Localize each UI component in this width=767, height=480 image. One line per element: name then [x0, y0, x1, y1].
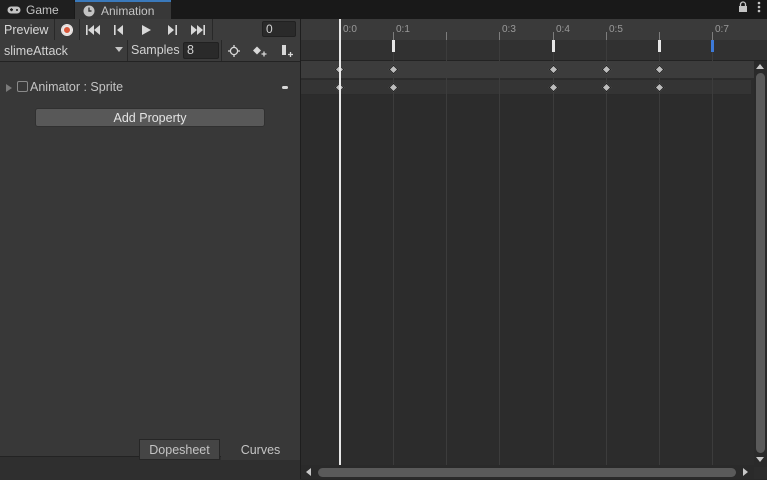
play-icon — [141, 24, 151, 35]
step-forward-icon — [168, 24, 177, 35]
skip-to-end-icon — [191, 24, 205, 35]
grid-line — [499, 40, 500, 465]
add-keyframe-button[interactable] — [248, 41, 272, 60]
horizontal-scroll-thumb[interactable] — [318, 468, 736, 477]
animation-event-marker[interactable] — [392, 40, 395, 52]
step-back-icon — [114, 24, 123, 35]
more-options-icon[interactable] — [757, 1, 761, 16]
preview-button[interactable]: Preview — [0, 20, 52, 39]
animation-event-marker-selected[interactable] — [711, 40, 714, 52]
samples-field[interactable]: 8 — [183, 42, 219, 59]
animation-event-marker[interactable] — [658, 40, 661, 52]
first-keyframe-button[interactable] — [82, 20, 104, 39]
current-frame-field[interactable]: 0 — [262, 21, 296, 37]
last-keyframe-button[interactable] — [187, 20, 209, 39]
grid-line — [712, 40, 713, 465]
scroll-down-icon[interactable] — [756, 457, 764, 462]
crosshair-icon — [228, 44, 240, 57]
dopesheet-timeline[interactable]: 0:0 0:1 0:3 0:4 0:5 0:7 — [301, 19, 767, 479]
property-track[interactable] — [301, 79, 751, 95]
vertical-scroll-thumb[interactable] — [756, 73, 765, 453]
ruler-tick — [499, 32, 500, 40]
ruler-tick — [446, 32, 447, 40]
samples-label: Samples — [131, 43, 180, 57]
grid-line — [553, 40, 554, 465]
ruler-label: 0:4 — [556, 24, 570, 35]
tab-animation-label: Animation — [101, 3, 155, 18]
gamepad-icon — [7, 4, 21, 16]
record-icon — [61, 23, 73, 36]
scroll-up-icon[interactable] — [756, 64, 764, 69]
property-options-icon[interactable] — [282, 86, 288, 89]
ruler-label: 0:3 — [502, 24, 516, 35]
clip-dropdown[interactable]: slimeAttack — [0, 40, 127, 61]
scroll-left-icon[interactable] — [306, 468, 311, 476]
horizontal-scrollbar[interactable] — [301, 465, 754, 479]
tab-game-label: Game — [26, 2, 59, 17]
grid-line — [393, 40, 394, 465]
grid-line — [606, 40, 607, 465]
add-event-button[interactable] — [275, 41, 299, 60]
ruler-label: 0:0 — [343, 24, 357, 35]
expand-arrow-icon[interactable] — [6, 84, 12, 92]
vertical-scrollbar[interactable] — [754, 61, 767, 467]
ruler-tick — [553, 32, 554, 40]
add-event-icon — [282, 44, 293, 57]
playhead[interactable] — [339, 19, 341, 466]
ruler-tick — [606, 32, 607, 40]
playback-toolbar: Preview 0 — [0, 19, 300, 41]
ruler-label: 0:5 — [609, 24, 623, 35]
tab-game[interactable]: Game — [0, 0, 74, 19]
ruler-tick — [659, 32, 660, 40]
skip-to-start-icon — [86, 24, 100, 35]
record-button[interactable] — [57, 20, 77, 39]
grid-line — [659, 40, 660, 465]
clip-toolbar: slimeAttack Samples 8 — [0, 40, 300, 62]
ruler-label: 0:1 — [396, 24, 410, 35]
clock-icon — [82, 5, 96, 17]
snap-button[interactable] — [223, 41, 245, 60]
lock-icon[interactable] — [738, 1, 748, 16]
chevron-down-icon — [115, 47, 123, 52]
tab-curves[interactable]: Curves — [221, 439, 300, 460]
animator-sprite-icon — [17, 81, 28, 92]
property-label[interactable]: Animator : Sprite — [30, 80, 123, 94]
animation-hierarchy-panel: Preview 0 slimeAttack Samples 8 Animator… — [0, 19, 300, 480]
event-track[interactable] — [301, 40, 767, 61]
grid-line — [446, 40, 447, 465]
editor-tab-bar: Game Animation — [0, 0, 767, 19]
ruler-tick — [712, 32, 713, 40]
next-keyframe-button[interactable] — [161, 20, 183, 39]
summary-track[interactable] — [301, 61, 767, 78]
tab-dopesheet[interactable]: Dopesheet — [139, 439, 220, 460]
animation-event-marker[interactable] — [552, 40, 555, 52]
ruler-label: 0:7 — [715, 24, 729, 35]
clip-dropdown-value: slimeAttack — [4, 43, 68, 58]
play-button[interactable] — [135, 20, 157, 39]
time-ruler[interactable] — [301, 19, 767, 40]
scroll-right-icon[interactable] — [743, 468, 748, 476]
add-keyframe-icon — [253, 46, 267, 56]
tab-animation[interactable]: Animation — [75, 0, 171, 19]
add-property-button[interactable]: Add Property — [35, 108, 265, 127]
tab-bar-controls — [738, 1, 761, 16]
previous-keyframe-button[interactable] — [108, 20, 130, 39]
ruler-tick — [393, 32, 394, 40]
